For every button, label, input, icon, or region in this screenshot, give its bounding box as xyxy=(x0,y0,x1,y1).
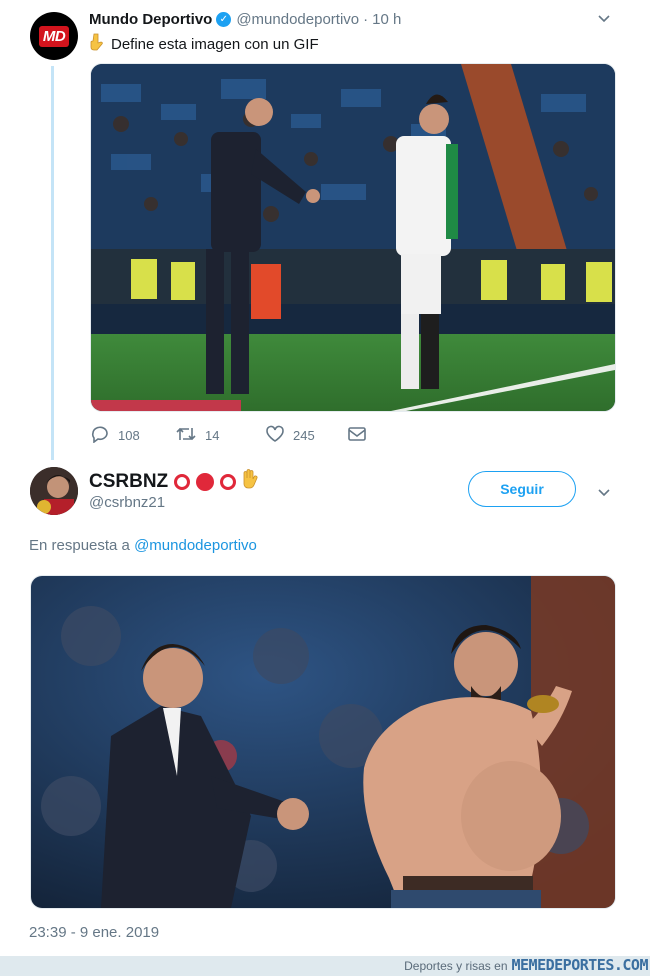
reply-action[interactable]: 108 xyxy=(90,425,175,446)
waving-hand-icon xyxy=(240,469,258,495)
envelope-icon xyxy=(347,426,375,445)
tweet2-timestamp[interactable]: 23:39 - 9 ene. 2019 xyxy=(29,924,159,941)
tweet1-options-chevron-down-icon[interactable] xyxy=(596,10,612,30)
tweet2-author-handle[interactable]: @csrbnz21 xyxy=(89,494,165,511)
reply-context: En respuesta a @mundodeportivo xyxy=(29,537,257,554)
tweet2-options-chevron-down-icon[interactable] xyxy=(596,484,612,505)
direct-message-action[interactable] xyxy=(347,426,375,445)
pointing-down-hand-icon xyxy=(89,33,105,51)
thread-line xyxy=(51,66,54,460)
tweet2-author-name[interactable]: CSRBNZ xyxy=(89,471,168,493)
like-action[interactable]: 245 xyxy=(265,425,347,446)
tweet1-header: Mundo Deportivo ✓ @mundodeportivo · 10 h xyxy=(89,11,401,28)
footer-brand: MEMEDEPORTES.COM xyxy=(511,956,649,974)
tweet1-text: Define esta imagen con un GIF xyxy=(89,33,319,53)
tweet1-text-content: Define esta imagen con un GIF xyxy=(111,36,319,53)
reply-icon xyxy=(90,425,118,446)
retweet-action[interactable]: 14 xyxy=(175,425,265,446)
header-separator: · xyxy=(363,11,369,28)
tweet1-time[interactable]: 10 h xyxy=(372,11,401,28)
red-circle-icon xyxy=(196,473,215,491)
retweet-count: 14 xyxy=(205,428,220,443)
csrbnz-avatar[interactable] xyxy=(30,467,78,515)
tweet1-photo[interactable] xyxy=(90,63,616,412)
tweet1-actions: 108 14 245 xyxy=(90,425,375,446)
red-ring-icon xyxy=(220,474,237,490)
red-ring-icon xyxy=(174,474,191,490)
retweet-icon xyxy=(175,425,205,446)
footer-prefix: Deportes y risas en xyxy=(404,959,508,973)
md-logo: MD xyxy=(38,25,70,47)
tweet2-author-name-row: CSRBNZ xyxy=(89,469,258,495)
footer-watermark: Deportes y risas en MEMEDEPORTES.COM xyxy=(404,956,648,974)
footer-bar: Deportes y risas en MEMEDEPORTES.COM xyxy=(0,956,650,976)
reply-prefix: En respuesta a xyxy=(29,537,130,554)
tweet1-author-handle[interactable]: @mundodeportivo xyxy=(236,11,359,28)
reply-to-handle-link[interactable]: @mundodeportivo xyxy=(134,537,257,554)
follow-button[interactable]: Seguir xyxy=(468,471,576,507)
like-count: 245 xyxy=(293,428,315,443)
tweet2-photo[interactable] xyxy=(30,575,616,909)
reply-count: 108 xyxy=(118,428,140,443)
verified-badge-icon: ✓ xyxy=(216,12,232,27)
tweet1-author-name[interactable]: Mundo Deportivo xyxy=(89,11,212,28)
mundodeportivo-avatar[interactable]: MD xyxy=(30,12,78,60)
heart-icon xyxy=(265,425,293,446)
